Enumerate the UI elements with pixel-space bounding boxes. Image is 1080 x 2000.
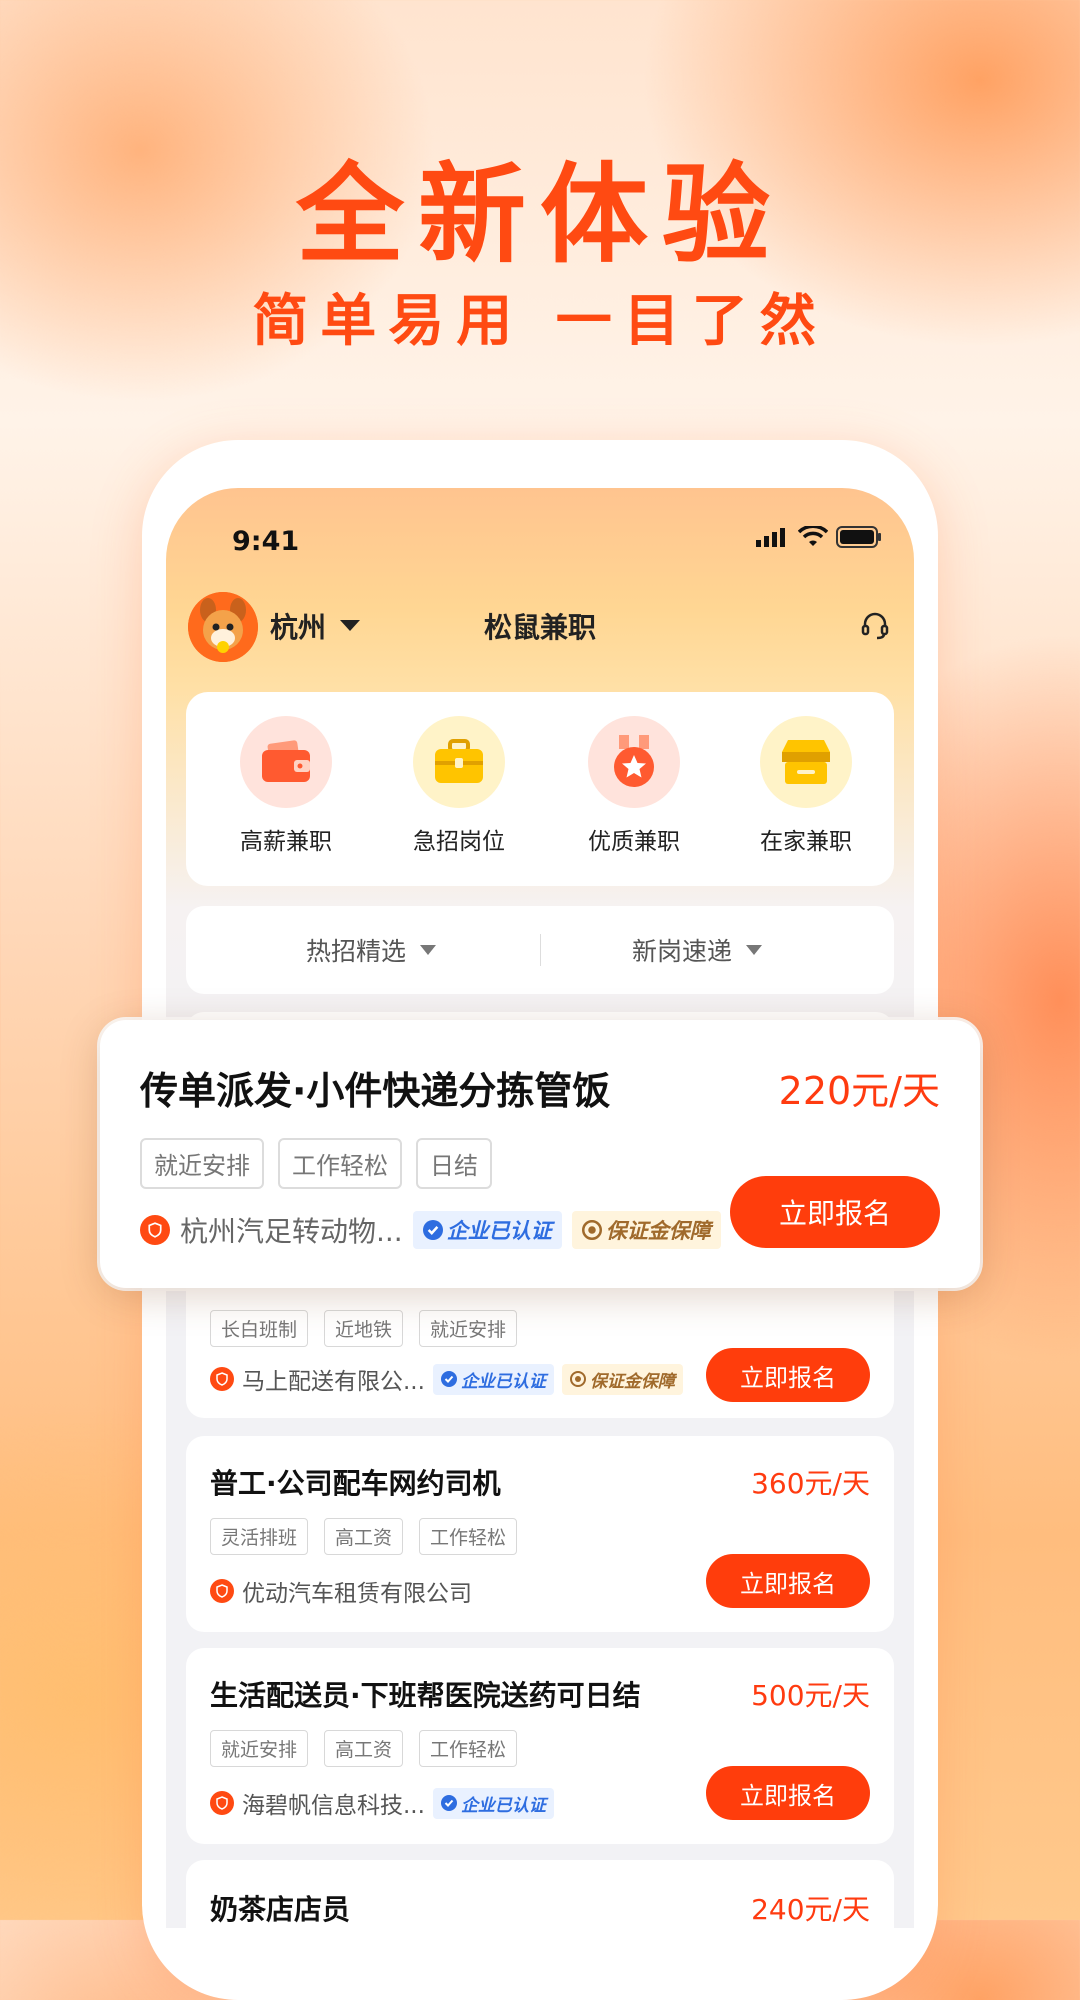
- tag: 工作轻松: [278, 1138, 402, 1189]
- category-grid: 高薪兼职 急招岗位 优质兼职 在家兼职: [186, 692, 894, 886]
- tag: 近地铁: [324, 1310, 404, 1347]
- company-row: 海碧帆信息科技... 企业已认证: [210, 1786, 554, 1820]
- wallet-icon: [240, 716, 332, 808]
- job-card[interactable]: 普工·公司配车网约司机 360元/天 灵活排班 高工资 工作轻松 优动汽车租赁有…: [186, 1436, 894, 1632]
- tag: 就近安排: [419, 1310, 518, 1347]
- category-urgent[interactable]: 急招岗位: [389, 716, 529, 856]
- job-price: 220元/天: [778, 1069, 940, 1113]
- tag: 高工资: [324, 1730, 404, 1767]
- shield-icon: [210, 1367, 234, 1391]
- hero-subtitle: 简单易用 一目了然: [252, 289, 828, 354]
- divider: [540, 934, 541, 966]
- tag: 高工资: [324, 1518, 404, 1555]
- apply-button[interactable]: 立即报名: [706, 1766, 870, 1820]
- medal-icon: [588, 716, 680, 808]
- wifi-icon: [798, 526, 828, 546]
- category-quality[interactable]: 优质兼职: [564, 716, 704, 856]
- company-name: 优动汽车租赁有限公司: [242, 1581, 472, 1607]
- status-icons: [756, 526, 882, 548]
- job-title: 普工·公司配车网约司机: [210, 1467, 501, 1500]
- tag-list: 就近安排 工作轻松 日结: [140, 1138, 492, 1189]
- company-name: 海碧帆信息科技...: [242, 1793, 425, 1819]
- verified-badge: 企业已认证: [412, 1211, 562, 1249]
- filter-label: 热招精选: [306, 937, 407, 966]
- apply-button[interactable]: 立即报名: [706, 1348, 870, 1402]
- apply-button[interactable]: 立即报名: [706, 1554, 870, 1608]
- app-title: 松鼠兼职: [483, 611, 596, 644]
- deposit-badge: 保证金保障: [561, 1363, 683, 1395]
- featured-job-card[interactable]: 传单派发·小件快递分拣管饭 220元/天 就近安排 工作轻松 日结 杭州汽足转动…: [100, 1020, 980, 1288]
- check-circle-icon: [422, 1220, 443, 1240]
- shield-icon: [140, 1215, 170, 1245]
- tag: 就近安排: [210, 1730, 309, 1767]
- job-title: 生活配送员·下班帮医院送药可日结: [210, 1679, 641, 1712]
- signal-icon: [756, 528, 785, 547]
- shield-icon: [210, 1579, 234, 1603]
- briefcase-icon: [413, 716, 505, 808]
- headset-icon: [861, 612, 889, 640]
- apply-button[interactable]: 立即报名: [730, 1176, 940, 1248]
- category-high-pay[interactable]: 高薪兼职: [216, 716, 356, 856]
- check-circle-icon: [440, 1371, 457, 1387]
- store-icon: [760, 716, 852, 808]
- category-label: 急招岗位: [413, 829, 505, 855]
- tag: 工作轻松: [419, 1518, 518, 1555]
- filter-new[interactable]: 新岗速递: [632, 906, 763, 994]
- category-label: 在家兼职: [760, 829, 852, 855]
- tag: 就近安排: [140, 1138, 264, 1189]
- tag: 工作轻松: [419, 1730, 518, 1767]
- shield-icon: [210, 1791, 234, 1815]
- company-row: 杭州汽足转动物... 企业已认证 保证金保障: [140, 1210, 721, 1250]
- filter-hot[interactable]: 热招精选: [306, 906, 437, 994]
- job-title: 奶茶店店员: [210, 1893, 351, 1926]
- company-row: 优动汽车租赁有限公司: [210, 1574, 472, 1608]
- tag-list: 就近安排 高工资 工作轻松: [210, 1730, 518, 1767]
- category-label: 优质兼职: [588, 829, 680, 855]
- filter-label: 新岗速递: [632, 937, 733, 966]
- job-price: 360元/天: [751, 1467, 870, 1500]
- job-price: 500元/天: [751, 1679, 870, 1712]
- battery-icon: [836, 526, 881, 548]
- job-title: 传单派发·小件快递分拣管饭: [140, 1069, 611, 1113]
- tag: 长白班制: [210, 1310, 309, 1347]
- deposit-badge: 保证金保障: [571, 1211, 721, 1249]
- coin-icon: [581, 1220, 602, 1240]
- job-price: 240元/天: [751, 1893, 870, 1926]
- filter-bar: 热招精选 新岗速递: [186, 906, 894, 994]
- tag: 灵活排班: [210, 1518, 309, 1555]
- tag-list: 灵活排班 高工资 工作轻松: [210, 1518, 518, 1555]
- coin-icon: [569, 1371, 586, 1387]
- verified-badge: 企业已认证: [432, 1787, 554, 1819]
- verified-badge: 企业已认证: [432, 1363, 554, 1395]
- check-circle-icon: [440, 1795, 457, 1811]
- hero-title: 全新体验: [295, 153, 784, 278]
- customer-service-button[interactable]: [860, 610, 890, 644]
- category-home[interactable]: 在家兼职: [736, 716, 876, 856]
- company-name: 马上配送有限公...: [242, 1369, 425, 1395]
- status-time: 9:41: [232, 526, 300, 557]
- company-row: 马上配送有限公... 企业已认证 保证金保障: [210, 1362, 683, 1396]
- tag: 日结: [416, 1138, 492, 1189]
- tag-list: 长白班制 近地铁 就近安排: [210, 1310, 518, 1347]
- chevron-down-icon: [420, 945, 437, 955]
- job-card[interactable]: 奶茶店店员 240元/天: [186, 1860, 894, 1928]
- chevron-down-icon: [746, 945, 763, 955]
- company-name: 杭州汽足转动物...: [180, 1215, 403, 1248]
- category-label: 高薪兼职: [240, 829, 332, 855]
- job-card[interactable]: 生活配送员·下班帮医院送药可日结 500元/天 就近安排 高工资 工作轻松 海碧…: [186, 1648, 894, 1844]
